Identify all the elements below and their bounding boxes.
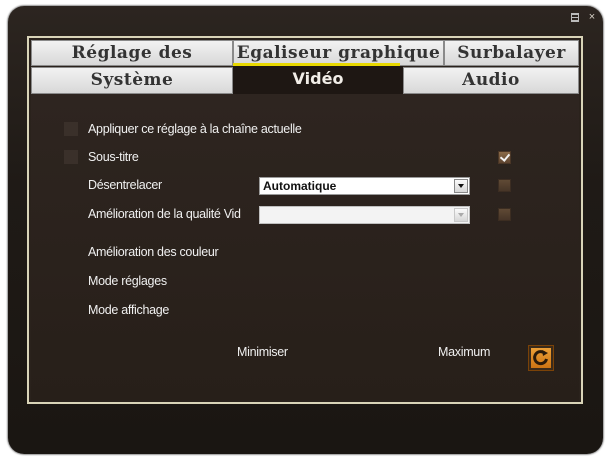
refresh-icon [533, 350, 548, 366]
reset-button[interactable] [528, 345, 554, 371]
maximum-label: Maximum [438, 345, 491, 359]
color-enhance-label: Amélioration des couleur [88, 245, 219, 259]
tab-color-settings[interactable]: Réglage des couleurs [31, 40, 233, 87]
close-icon[interactable]: × [587, 12, 597, 23]
menu-icon[interactable] [571, 12, 581, 23]
deinterlace-checkbox[interactable] [498, 179, 511, 192]
tab-audio[interactable]: Audio [403, 67, 579, 94]
tab-system[interactable]: Système [31, 67, 233, 94]
tab-overscan[interactable]: Surbalayer [444, 40, 579, 66]
mode-display-label: Mode affichage [88, 303, 170, 317]
deinterlace-label: Désentrelacer [88, 178, 162, 192]
quality-checkbox[interactable] [498, 208, 511, 221]
chevron-down-icon[interactable] [454, 179, 468, 193]
quality-select[interactable] [259, 206, 470, 224]
apply-channel-toggle[interactable] [64, 122, 78, 136]
subtitle-toggle[interactable] [64, 150, 78, 164]
deinterlace-value: Automatique [263, 179, 337, 193]
apply-channel-label: Appliquer ce réglage à la chaîne actuell… [88, 122, 302, 136]
minimize-label: Minimiser [237, 345, 288, 359]
mode-settings-label: Mode réglages [88, 274, 167, 288]
subtitle-checkbox[interactable] [498, 151, 511, 164]
titlebar-buttons: × [571, 12, 597, 23]
quality-label: Amélioration de la qualité Vid [88, 207, 241, 221]
deinterlace-select[interactable]: Automatique [259, 177, 470, 195]
subtitle-label: Sous-titre [88, 150, 139, 164]
chevron-down-icon[interactable] [454, 208, 468, 222]
tab-video[interactable]: Vidéo [233, 66, 403, 94]
